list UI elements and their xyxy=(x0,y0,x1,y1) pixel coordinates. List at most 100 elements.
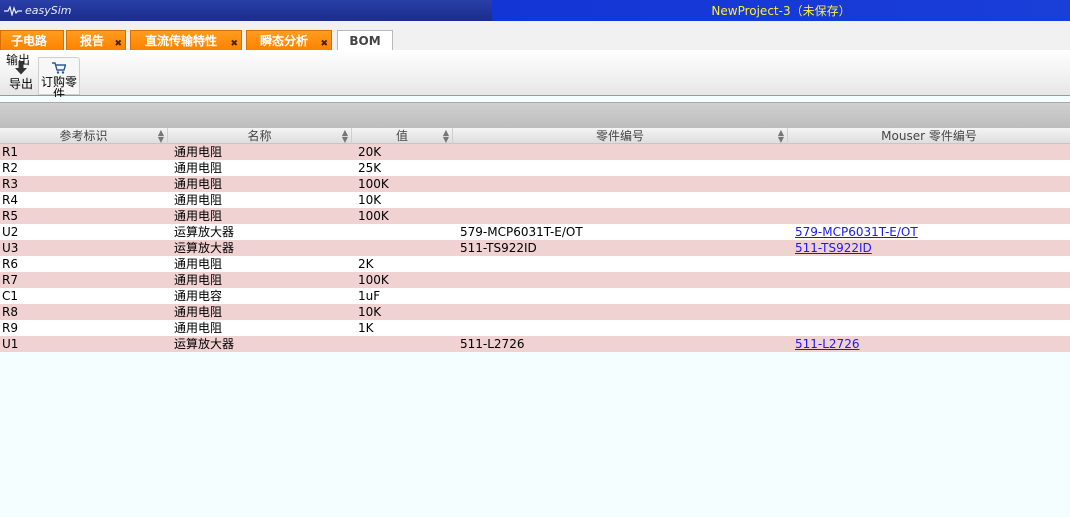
cell-name: 通用电阻 xyxy=(174,209,223,223)
column-header-label: 零件编号 xyxy=(595,129,644,143)
cell-ref: R4 xyxy=(2,193,18,207)
cell-mouser-part-number xyxy=(788,176,1070,192)
order-parts-button[interactable]: 订购零件 xyxy=(38,57,80,100)
cell-value: 100K xyxy=(358,209,389,223)
table-row[interactable]: U2 运算放大器 579-MCP6031T-E/OT 579-MCP6031T-E/O… xyxy=(0,224,1070,240)
cart-icon xyxy=(52,62,66,74)
cell-ref: R7 xyxy=(2,273,18,287)
sort-icon[interactable]: ▲ ▼ xyxy=(158,129,164,144)
cell-name: 通用电阻 xyxy=(174,161,223,175)
cell-name: 通用电阻 xyxy=(174,257,223,271)
table-row[interactable]: R7 通用电阻 100K xyxy=(0,272,1070,288)
cell-value: 10K xyxy=(358,305,382,319)
cell-part-number: 579-MCP6031T-E/OT xyxy=(460,225,583,239)
close-icon[interactable]: ✖ xyxy=(320,40,328,49)
table-row[interactable]: U1 运算放大器 511-L2726 511-L2726 xyxy=(0,336,1070,352)
table-row[interactable]: R2 通用电阻 25K xyxy=(0,160,1070,176)
bom-table: 参考标识 ▲ ▼ 名称 ▲ ▼ 值 ▲ ▼ 零件编号 ▲ ▼ Mouser 零件编号 R… xyxy=(0,128,1070,352)
arrow-down-icon xyxy=(15,61,27,75)
cell-part-number xyxy=(453,288,788,304)
cell-value xyxy=(352,336,453,352)
toolbar: 输出 导出 订购零件 xyxy=(0,50,1070,100)
export-button[interactable]: 导出 xyxy=(6,61,36,95)
close-icon[interactable]: ✖ xyxy=(114,40,122,49)
cell-value: 2K xyxy=(358,257,374,271)
cell-part-number xyxy=(453,144,788,160)
tab-label: 子电路 xyxy=(11,34,48,48)
cell-ref: C1 xyxy=(2,289,19,303)
cell-mouser-part-number xyxy=(788,320,1070,336)
cell-part-number: 511-L2726 xyxy=(460,337,525,351)
column-header-name[interactable]: 名称 ▲ ▼ xyxy=(168,128,352,144)
cell-value: 100K xyxy=(358,273,389,287)
cell-name: 通用电阻 xyxy=(174,305,223,319)
cell-ref: R8 xyxy=(2,305,18,319)
column-header-ref[interactable]: 参考标识 ▲ ▼ xyxy=(0,128,168,144)
cell-value: 1K xyxy=(358,321,374,335)
column-header-part-number[interactable]: 零件编号 ▲ ▼ xyxy=(453,128,788,144)
column-header-label: 参考标识 xyxy=(59,129,108,143)
cell-value: 1uF xyxy=(358,289,381,303)
cell-name: 通用电阻 xyxy=(174,193,223,207)
cell-part-number xyxy=(453,160,788,176)
sort-icon[interactable]: ▲ ▼ xyxy=(778,129,784,144)
tab-bom[interactable]: BOM xyxy=(337,30,393,51)
tab-label: 直流传输特性 xyxy=(145,34,218,48)
tab-label: 报告 xyxy=(80,34,105,48)
cell-name: 通用电阻 xyxy=(174,177,223,191)
table-row[interactable]: R8 通用电阻 10K xyxy=(0,304,1070,320)
table-row[interactable]: R6 通用电阻 2K xyxy=(0,256,1070,272)
cell-ref: U2 xyxy=(2,225,19,239)
mouser-part-link[interactable]: 511-L2726 xyxy=(795,337,859,351)
table-row[interactable]: R5 通用电阻 100K xyxy=(0,208,1070,224)
tab-dc-transfer[interactable]: 直流传输特性 ✖ xyxy=(130,30,242,50)
cell-mouser-part-number: 579-MCP6031T-E/OT xyxy=(788,224,1070,240)
column-header-label: Mouser 零件编号 xyxy=(881,129,977,143)
grid-toolbar-band xyxy=(0,102,1070,128)
table-row[interactable]: R1 通用电阻 20K xyxy=(0,144,1070,160)
title-bar: easySim NewProject-3（未保存） xyxy=(0,0,1070,21)
cell-mouser-part-number xyxy=(788,144,1070,160)
cell-part-number xyxy=(453,320,788,336)
app-logo: easySim xyxy=(4,3,72,18)
column-header-mouser-part-number[interactable]: Mouser 零件编号 xyxy=(788,128,1070,144)
sort-icon[interactable]: ▲ ▼ xyxy=(443,129,449,144)
table-body: R1 通用电阻 20K R2 通用电阻 25K R3 通用电阻 100K R4 通用电阻 10K R5 通… xyxy=(0,144,1070,352)
column-header-label: 值 xyxy=(395,129,408,143)
cell-name: 通用电容 xyxy=(174,289,223,303)
cell-name: 通用电阻 xyxy=(174,145,223,159)
table-row[interactable]: U3 运算放大器 511-TS922ID 511-TS922ID xyxy=(0,240,1070,256)
cell-value: 100K xyxy=(358,177,389,191)
cell-part-number: 511-TS922ID xyxy=(460,241,537,255)
cell-ref: U3 xyxy=(2,241,19,255)
tab-transient[interactable]: 瞬态分析 ✖ xyxy=(246,30,332,50)
table-row[interactable]: R9 通用电阻 1K xyxy=(0,320,1070,336)
cell-ref: U1 xyxy=(2,337,19,351)
cell-mouser-part-number: 511-TS922ID xyxy=(788,240,1070,256)
cell-mouser-part-number xyxy=(788,288,1070,304)
cell-part-number xyxy=(453,304,788,320)
close-icon[interactable]: ✖ xyxy=(230,40,238,49)
table-row[interactable]: C1 通用电容 1uF xyxy=(0,288,1070,304)
cell-part-number xyxy=(453,192,788,208)
column-header-label: 名称 xyxy=(247,129,272,143)
tab-subcircuit[interactable]: 子电路 xyxy=(0,30,64,50)
cell-ref: R5 xyxy=(2,209,18,223)
table-header: 参考标识 ▲ ▼ 名称 ▲ ▼ 值 ▲ ▼ 零件编号 ▲ ▼ Mouser 零件编号 xyxy=(0,128,1070,144)
mouser-part-link[interactable]: 579-MCP6031T-E/OT xyxy=(795,225,918,239)
column-header-value[interactable]: 值 ▲ ▼ xyxy=(352,128,453,144)
cell-ref: R6 xyxy=(2,257,18,271)
cell-mouser-part-number xyxy=(788,208,1070,224)
cell-name: 运算放大器 xyxy=(174,241,235,255)
cell-part-number xyxy=(453,208,788,224)
tab-report[interactable]: 报告 ✖ xyxy=(66,30,126,50)
sort-icon[interactable]: ▲ ▼ xyxy=(342,129,348,144)
table-row[interactable]: R3 通用电阻 100K xyxy=(0,176,1070,192)
table-row[interactable]: R4 通用电阻 10K xyxy=(0,192,1070,208)
cell-name: 通用电阻 xyxy=(174,273,223,287)
logo-text: easySim xyxy=(25,4,72,17)
cell-part-number xyxy=(453,176,788,192)
tab-label: BOM xyxy=(349,34,381,48)
window-title: NewProject-3（未保存） xyxy=(711,4,851,18)
mouser-part-link[interactable]: 511-TS922ID xyxy=(795,241,872,255)
